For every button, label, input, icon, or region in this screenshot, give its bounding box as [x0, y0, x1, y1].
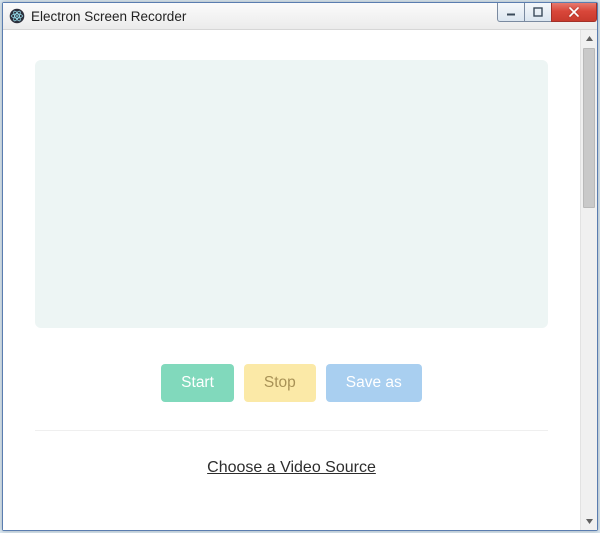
minimize-button[interactable] — [497, 3, 525, 22]
video-preview — [35, 60, 548, 328]
start-button[interactable]: Start — [161, 364, 234, 402]
window-title: Electron Screen Recorder — [31, 9, 186, 24]
maximize-button[interactable] — [524, 3, 552, 22]
scroll-down-arrow-icon[interactable] — [582, 513, 597, 530]
choose-source-link[interactable]: Choose a Video Source — [207, 459, 376, 477]
window-controls — [498, 3, 597, 23]
titlebar[interactable]: Electron Screen Recorder — [3, 3, 597, 30]
scroll-up-arrow-icon[interactable] — [582, 30, 597, 47]
save-as-button[interactable]: Save as — [326, 364, 422, 402]
scroll-thumb[interactable] — [583, 48, 595, 208]
app-window: Electron Screen Recorder Start Stop Save… — [2, 2, 598, 531]
client-area: Start Stop Save as Choose a Video Source — [3, 30, 597, 530]
button-row: Start Stop Save as — [161, 364, 422, 402]
stop-button[interactable]: Stop — [244, 364, 316, 402]
content: Start Stop Save as Choose a Video Source — [3, 30, 580, 530]
vertical-scrollbar[interactable] — [580, 30, 597, 530]
divider — [35, 430, 548, 431]
electron-icon — [9, 8, 25, 24]
close-button[interactable] — [551, 3, 597, 22]
